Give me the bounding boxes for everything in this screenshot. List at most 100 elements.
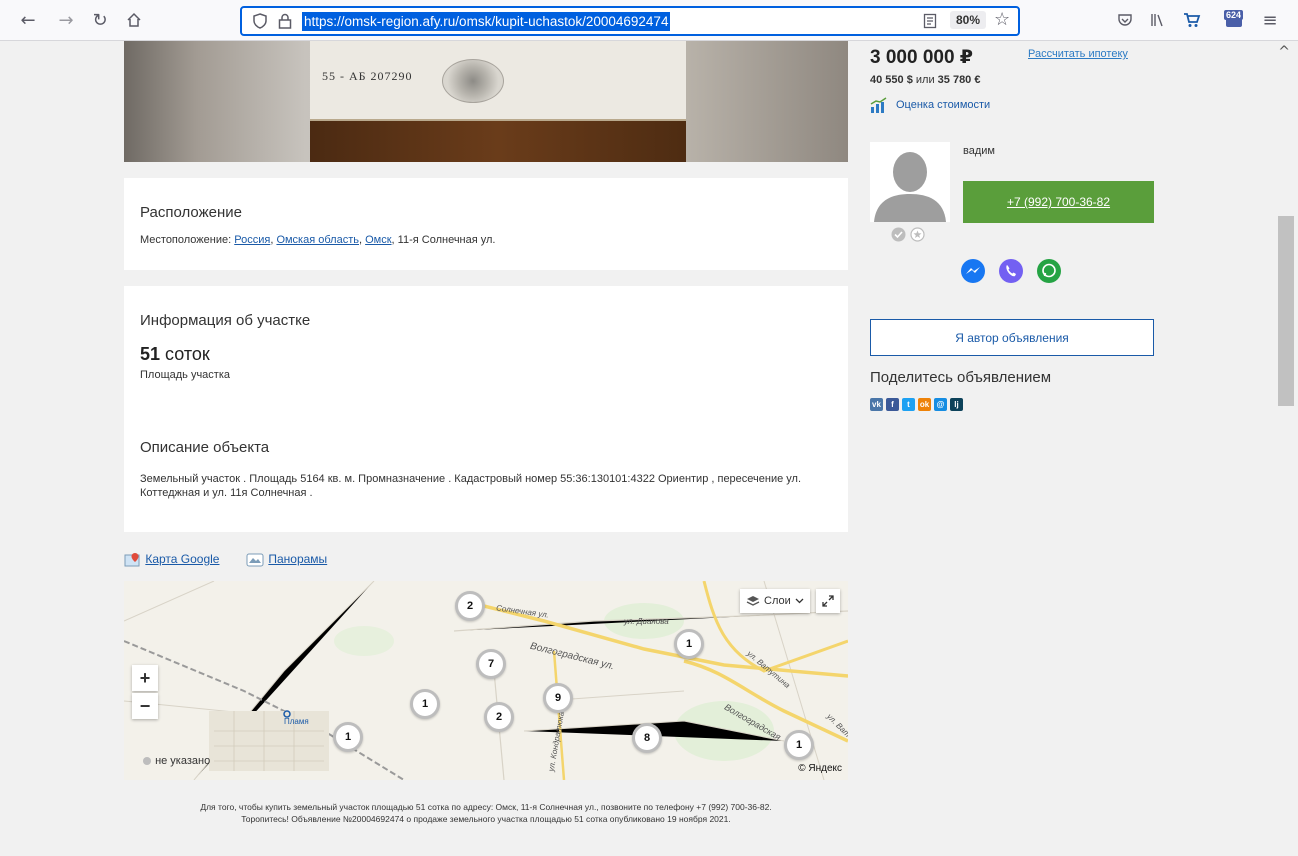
pocket-icon[interactable] — [1113, 8, 1137, 32]
map-legend: не указано — [142, 755, 210, 767]
panorama-link-wrap[interactable]: Панорамы — [245, 552, 327, 568]
location-line: Местоположение: Россия, Омская область, … — [140, 234, 496, 246]
viber-icon[interactable] — [998, 258, 1024, 284]
seller-rating — [891, 227, 925, 242]
map-layers-label: Слои — [764, 595, 791, 607]
panorama-link[interactable]: Панорамы — [268, 552, 327, 566]
evaluation-label: Оценка стоимости — [896, 98, 991, 111]
google-map-link[interactable]: Карта Google — [145, 552, 219, 566]
plot-area-caption: Площадь участка — [140, 369, 230, 381]
map-fullscreen-button[interactable] — [816, 589, 840, 613]
location-title: Расположение — [140, 204, 242, 221]
price-or: или — [912, 74, 938, 86]
messenger-buttons — [960, 258, 1062, 284]
layers-icon — [746, 596, 760, 606]
google-map-link-wrap[interactable]: Карта Google — [124, 552, 219, 568]
tracking-shield-icon[interactable] — [252, 13, 268, 29]
table-surface — [310, 121, 686, 162]
url-text[interactable]: https://omsk-region.afy.ru/omsk/kupit-uc… — [302, 12, 671, 31]
document-seal — [442, 59, 504, 103]
library-icon[interactable] — [1145, 8, 1169, 32]
vk-share-icon[interactable]: vk — [870, 398, 883, 411]
plot-info-title: Информация об участке — [140, 312, 311, 329]
reload-icon[interactable]: ↻ — [88, 8, 112, 32]
map-cluster[interactable]: 1 — [674, 629, 704, 659]
menu-icon[interactable]: ≡ — [1258, 8, 1282, 32]
share-title: Поделитесь объявлением — [870, 369, 1052, 386]
listing-footer-text: Для того, чтобы купить земельный участок… — [124, 801, 848, 825]
google-map-icon — [124, 553, 140, 567]
map-cluster[interactable]: 1 — [784, 730, 814, 760]
whatsapp-icon[interactable] — [1036, 258, 1062, 284]
map-layers-button[interactable]: Слои — [740, 589, 810, 613]
map-cluster[interactable]: 2 — [484, 702, 514, 732]
home-icon[interactable] — [122, 8, 146, 32]
location-street: , 11-я Солнечная ул. — [391, 234, 496, 246]
chevron-down-icon — [795, 598, 804, 604]
url-bar[interactable]: https://omsk-region.afy.ru/omsk/kupit-uc… — [240, 6, 1020, 36]
back-icon[interactable]: ← — [16, 8, 40, 32]
price-evaluation[interactable]: Оценка стоимости — [870, 97, 990, 113]
map-cluster[interactable]: 8 — [632, 723, 662, 753]
cart-icon[interactable] — [1180, 8, 1204, 32]
footer-line-2: Торопитесь! Объявление №20004692474 о пр… — [241, 814, 731, 824]
description-title: Описание объекта — [140, 439, 270, 456]
bookmark-star-icon[interactable]: ☆ — [994, 9, 1010, 30]
plot-info-card: Информация об участке 51 соток Площадь у… — [124, 286, 848, 532]
forward-icon[interactable]: → — [54, 8, 78, 32]
location-link-region[interactable]: Омская область — [276, 234, 359, 246]
description-text: Земельный участок . Площадь 5164 кв. м. … — [140, 473, 802, 499]
plot-area-value: 51 — [140, 344, 161, 364]
scroll-up-icon[interactable]: ^ — [1278, 44, 1290, 60]
chart-icon — [870, 97, 887, 113]
price-eur: 35 780 € — [937, 74, 981, 86]
share-icons: vk f t ok @ lj — [870, 398, 963, 411]
map-cluster[interactable]: 2 — [455, 591, 485, 621]
zoom-level[interactable]: 80% — [950, 11, 987, 29]
browser-toolbar: ← → ↻ https://omsk-region.afy.ru/omsk/ku… — [0, 0, 1298, 41]
livejournal-share-icon[interactable]: lj — [950, 398, 963, 411]
verified-icon — [891, 227, 906, 242]
plot-area: 51 соток — [140, 344, 210, 365]
map-place-label: Пламя — [284, 717, 309, 726]
seller-avatar — [870, 142, 950, 222]
facebook-share-icon[interactable]: f — [886, 398, 899, 411]
odnoklassniki-share-icon[interactable]: ok — [918, 398, 931, 411]
star-rating-icon — [910, 227, 925, 242]
phone-button[interactable]: +7 (992) 700-36-82 — [963, 181, 1154, 223]
twitter-share-icon[interactable]: t — [902, 398, 915, 411]
mailru-share-icon[interactable]: @ — [934, 398, 947, 411]
extension-badge: 624 — [1224, 10, 1244, 20]
price-currency: 40 550 $ или 35 780 € — [870, 74, 980, 86]
map-street-label: ул. Дианова — [624, 617, 669, 626]
map-copyright[interactable]: © Яндекс — [798, 763, 842, 774]
mortgage-link[interactable]: Рассчитать ипотеку — [1028, 48, 1128, 60]
location-link-country[interactable]: Россия — [234, 234, 270, 246]
price: 3 000 000 ₽ — [870, 47, 974, 68]
expand-icon — [822, 595, 834, 607]
location-link-city[interactable]: Омск — [365, 234, 391, 246]
lock-icon[interactable] — [278, 13, 292, 29]
map-cluster[interactable]: 1 — [333, 722, 363, 752]
map-cluster[interactable]: 9 — [543, 683, 573, 713]
map-legend-label: не указано — [155, 755, 211, 767]
footer-line-1: Для того, чтобы купить земельный участок… — [200, 802, 772, 812]
location-card: Расположение Местоположение: Россия, Омс… — [124, 178, 848, 270]
panorama-360-icon — [246, 553, 264, 567]
page-scrollbar[interactable] — [1274, 41, 1298, 856]
messenger-icon[interactable] — [960, 258, 986, 284]
plot-area-unit: соток — [160, 344, 210, 364]
legend-dot-icon — [143, 757, 151, 766]
map-zoom-out-button[interactable]: − — [132, 693, 158, 719]
listing-photo[interactable]: 55 - АБ 207290 — [124, 41, 848, 162]
seller-name: вадим — [963, 145, 995, 157]
map-zoom-in-button[interactable]: + — [132, 665, 158, 691]
reader-view-icon[interactable] — [922, 13, 938, 29]
yandex-map[interactable]: Пламя Солнечная ул. ул. Дианова Волгогра… — [124, 581, 848, 780]
map-cluster[interactable]: 1 — [410, 689, 440, 719]
document-serial: 55 - АБ 207290 — [322, 69, 413, 83]
author-button[interactable]: Я автор объявления — [870, 319, 1154, 356]
map-cluster[interactable]: 7 — [476, 649, 506, 679]
price-usd: 40 550 $ — [870, 74, 913, 86]
scrollbar-thumb[interactable] — [1278, 216, 1294, 406]
